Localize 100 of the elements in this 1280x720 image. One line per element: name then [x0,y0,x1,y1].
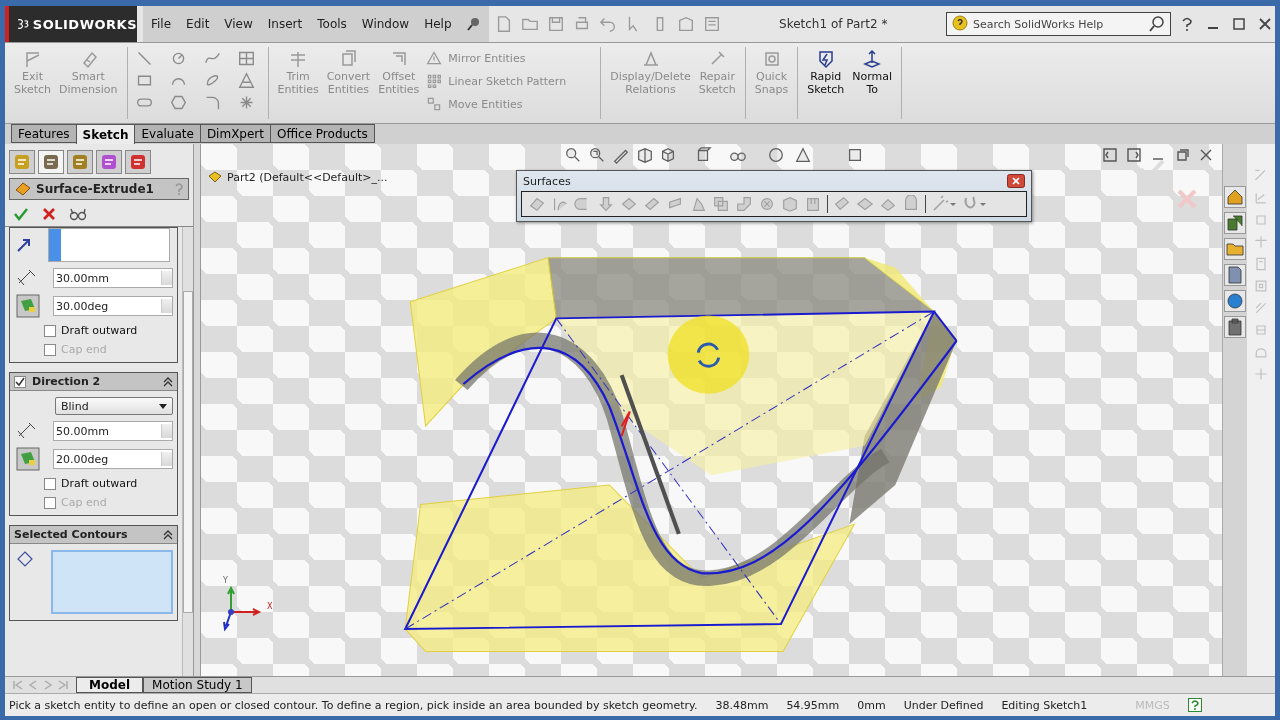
cut-surface-icon[interactable] [804,195,822,213]
tile-right-icon[interactable] [1126,147,1142,163]
tool-glyph-icon[interactable] [1253,256,1269,272]
house-icon[interactable] [1224,186,1246,208]
tab[interactable]: DimXpert [199,124,271,143]
command-button[interactable]: Rapid Sketch [804,47,848,98]
help-icon[interactable] [1187,698,1202,712]
group-header[interactable]: Selected Contours [10,526,177,544]
status-coordinate: 38.48mm [715,698,769,712]
surface-arrow-icon[interactable] [528,195,546,213]
diamond-icon [16,550,34,568]
checkbox[interactable]: Draft outward [10,477,177,490]
group-header[interactable]: Direction 2 [10,373,177,391]
hexagon-icon [170,94,188,111]
cancel-x-icon[interactable] [41,206,57,222]
folder-icon[interactable] [1224,238,1246,260]
tile-left-icon[interactable] [1102,147,1118,163]
document-icon[interactable] [1224,264,1246,286]
tool-glyph-icon[interactable] [1253,278,1269,294]
menu-item[interactable]: Tools [317,17,347,31]
menu-item[interactable]: Help [424,17,452,31]
tab[interactable]: Evaluate [134,124,201,143]
contours-list[interactable] [51,550,173,614]
square-icon[interactable] [846,146,864,164]
restore-icon[interactable] [1174,147,1190,163]
help-icon[interactable] [1180,16,1194,32]
first-icon[interactable] [11,679,25,691]
globe-icon[interactable] [1224,290,1246,312]
help-bubble-icon [951,15,969,33]
menu-item[interactable]: File [151,17,172,31]
list-icon[interactable] [702,15,721,33]
axis-label: Y [223,576,228,585]
rotate-cursor-icon [667,315,750,394]
slant-surface-icon[interactable] [643,195,661,213]
menu-item[interactable]: View [224,17,253,31]
draft-angle-field[interactable]: 20.00deg [53,449,173,469]
draft-angle-field[interactable]: 30.00deg [53,296,173,316]
options-icon[interactable] [676,15,695,33]
checkbox[interactable] [14,375,26,388]
editing-status: Editing Sketch1 [1001,698,1088,712]
delete-face-icon[interactable] [758,195,776,213]
zoom-area-icon[interactable] [588,146,606,164]
clipboard-icon[interactable] [1224,316,1246,338]
knit-surface-icon[interactable] [735,195,753,213]
dome-icon[interactable] [902,195,920,213]
draft-toggle-icon[interactable] [16,294,40,318]
tool-glyph-icon[interactable] [1253,234,1269,250]
depth-dimension-icon [16,421,38,441]
trim-surface-icon[interactable] [833,195,851,213]
menu-item[interactable]: Window [361,17,410,31]
tab[interactable]: Office Products [270,124,375,143]
menu-item[interactable]: Insert [267,17,303,31]
arrow-plane-icon [862,49,883,69]
depth-field[interactable]: 50.00mm [53,421,173,441]
grid-icon [238,50,256,67]
panel-splitter[interactable] [194,144,201,676]
section-icon[interactable] [636,146,654,164]
status-message: Pick a sketch entity to define an open or closed contour. To define a region, pick inside an area bounded by sketch geometry. [9,698,698,712]
collapse-icon[interactable] [163,376,173,387]
close-icon[interactable] [1258,17,1272,31]
tab[interactable]: Model [76,677,144,693]
end-condition-dropdown[interactable]: Blind [55,397,173,415]
tab[interactable]: Motion Study 1 [143,677,252,693]
sparkle-wand-icon[interactable] [931,195,957,213]
parts-icon[interactable] [1224,212,1246,234]
collapse-icon[interactable] [163,529,173,540]
pin-icon[interactable] [466,17,481,31]
selection-box[interactable] [48,228,170,262]
depth-field[interactable]: 30.00mm [53,268,173,288]
search-input[interactable]: Search SolidWorks Help [973,17,1144,31]
close-icon[interactable] [1198,147,1214,163]
tab[interactable]: Features [11,124,77,143]
checkbox[interactable]: Draft outward [10,324,177,337]
cone-icon[interactable] [794,146,812,164]
close-icon[interactable] [1007,174,1025,188]
draft-toggle-icon[interactable] [16,447,40,471]
dot-grid-icon [426,73,443,89]
offset-surface-icon[interactable] [712,195,730,213]
zoom-icon[interactable] [564,146,582,164]
direction-arrow-icon[interactable] [16,237,32,253]
tree-path[interactable]: Part2 (Default<<Default>_... [227,170,388,184]
command-button[interactable]: Normal To [849,47,896,98]
extrude-surface-icon [14,181,32,197]
thicken-icon[interactable] [856,195,874,213]
extrude-arrow-icon[interactable] [597,195,615,213]
tool-glyph-icon[interactable] [1253,190,1269,206]
cube-icon[interactable] [659,146,677,164]
box-surface-icon[interactable] [781,195,799,213]
diamond-surface-icon[interactable] [620,195,638,213]
scrollbar[interactable] [182,227,193,676]
tool-glyph-icon[interactable] [1253,322,1269,338]
save-icon[interactable] [546,15,565,33]
search-field[interactable]: Search SolidWorks Help [946,12,1171,36]
glasses-icon[interactable] [69,206,87,222]
tool-glyph-icon[interactable] [1253,300,1269,316]
menu-item[interactable]: Edit [186,17,210,31]
last-icon[interactable] [56,679,70,691]
dropdown-arrow-icon [159,403,167,409]
maximize-icon[interactable] [1232,17,1246,31]
search-icon[interactable] [1148,15,1166,33]
